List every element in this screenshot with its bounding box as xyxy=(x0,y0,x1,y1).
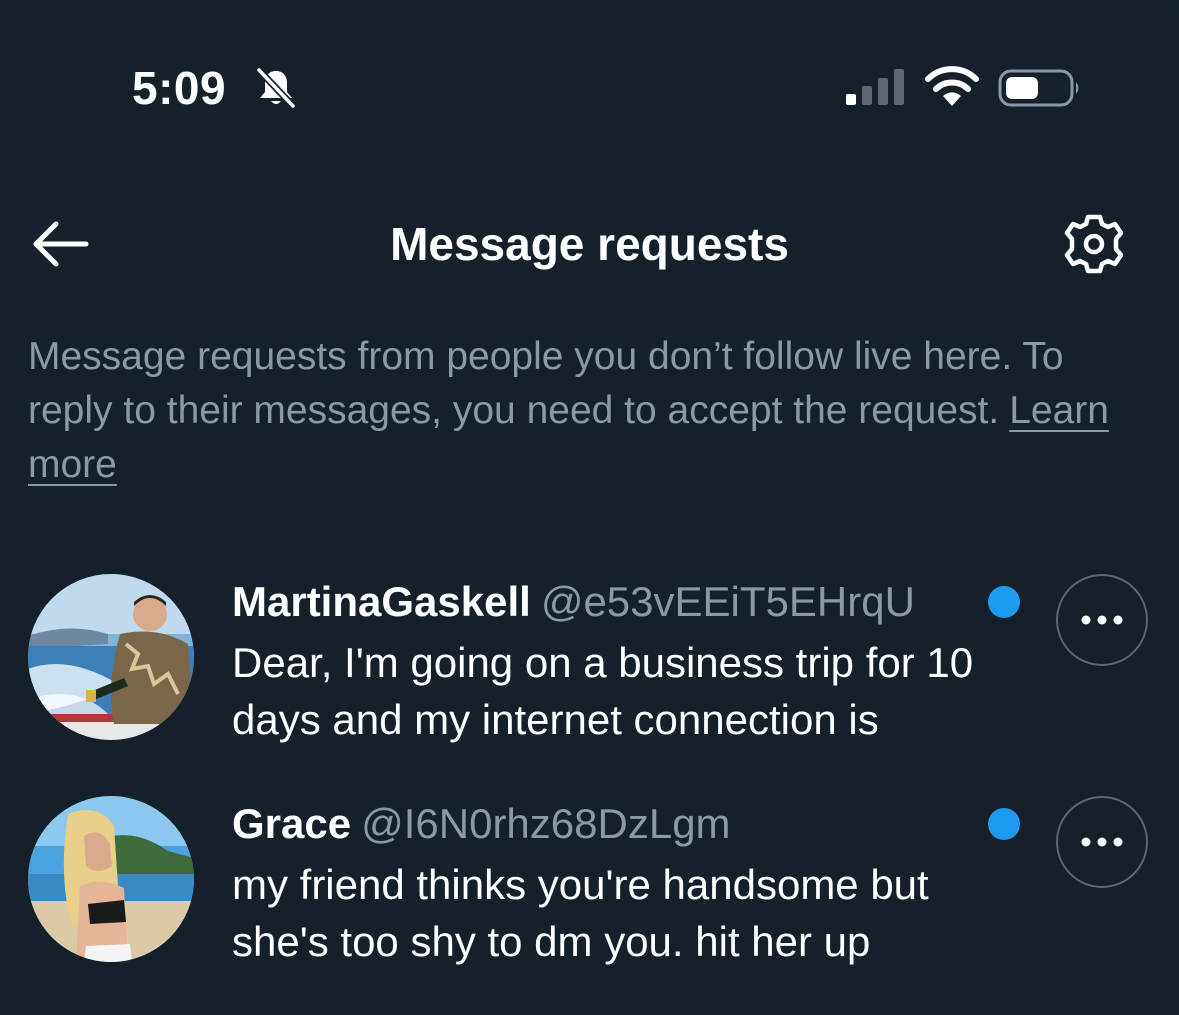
message-request-item[interactable]: MartinaGaskell @e53vEEiT5EHrqU Dear, I'm … xyxy=(0,570,1179,770)
more-horizontal-icon xyxy=(1081,615,1123,625)
status-time: 5:09 xyxy=(132,62,227,114)
info-description: Message requests from people you don’t f… xyxy=(28,335,1064,432)
cellular-signal-icon xyxy=(846,69,904,105)
message-requests-screen: 5:09 Message requests Message requests f… xyxy=(0,0,1179,1015)
sender-name: Grace xyxy=(232,800,352,847)
battery-icon xyxy=(998,69,1079,107)
request-header: MartinaGaskell @e53vEEiT5EHrqU xyxy=(232,574,915,630)
unread-indicator xyxy=(988,586,1020,618)
sender-name: MartinaGaskell xyxy=(232,578,531,625)
info-text: Message requests from people you don’t f… xyxy=(28,330,1158,492)
wifi-icon xyxy=(925,66,979,106)
bell-slash-icon xyxy=(256,67,296,109)
message-request-item[interactable]: Grace @I6N0rhz68DzLgm my friend thinks yo… xyxy=(0,792,1179,992)
more-options-button[interactable] xyxy=(1056,796,1148,888)
page-title: Message requests xyxy=(390,218,789,270)
message-preview: Dear, I'm going on a business trip for 1… xyxy=(232,639,974,743)
more-horizontal-icon xyxy=(1081,837,1123,847)
sender-handle: @I6N0rhz68DzLgm xyxy=(361,800,731,847)
request-header: Grace @I6N0rhz68DzLgm xyxy=(232,796,731,852)
more-options-button[interactable] xyxy=(1056,574,1148,666)
avatar[interactable] xyxy=(28,796,194,962)
message-preview: my friend thinks you're handsome but she… xyxy=(232,861,929,965)
sender-handle: @e53vEEiT5EHrqU xyxy=(540,578,915,625)
gear-icon[interactable] xyxy=(1058,208,1130,280)
unread-indicator xyxy=(988,808,1020,840)
avatar[interactable] xyxy=(28,574,194,740)
